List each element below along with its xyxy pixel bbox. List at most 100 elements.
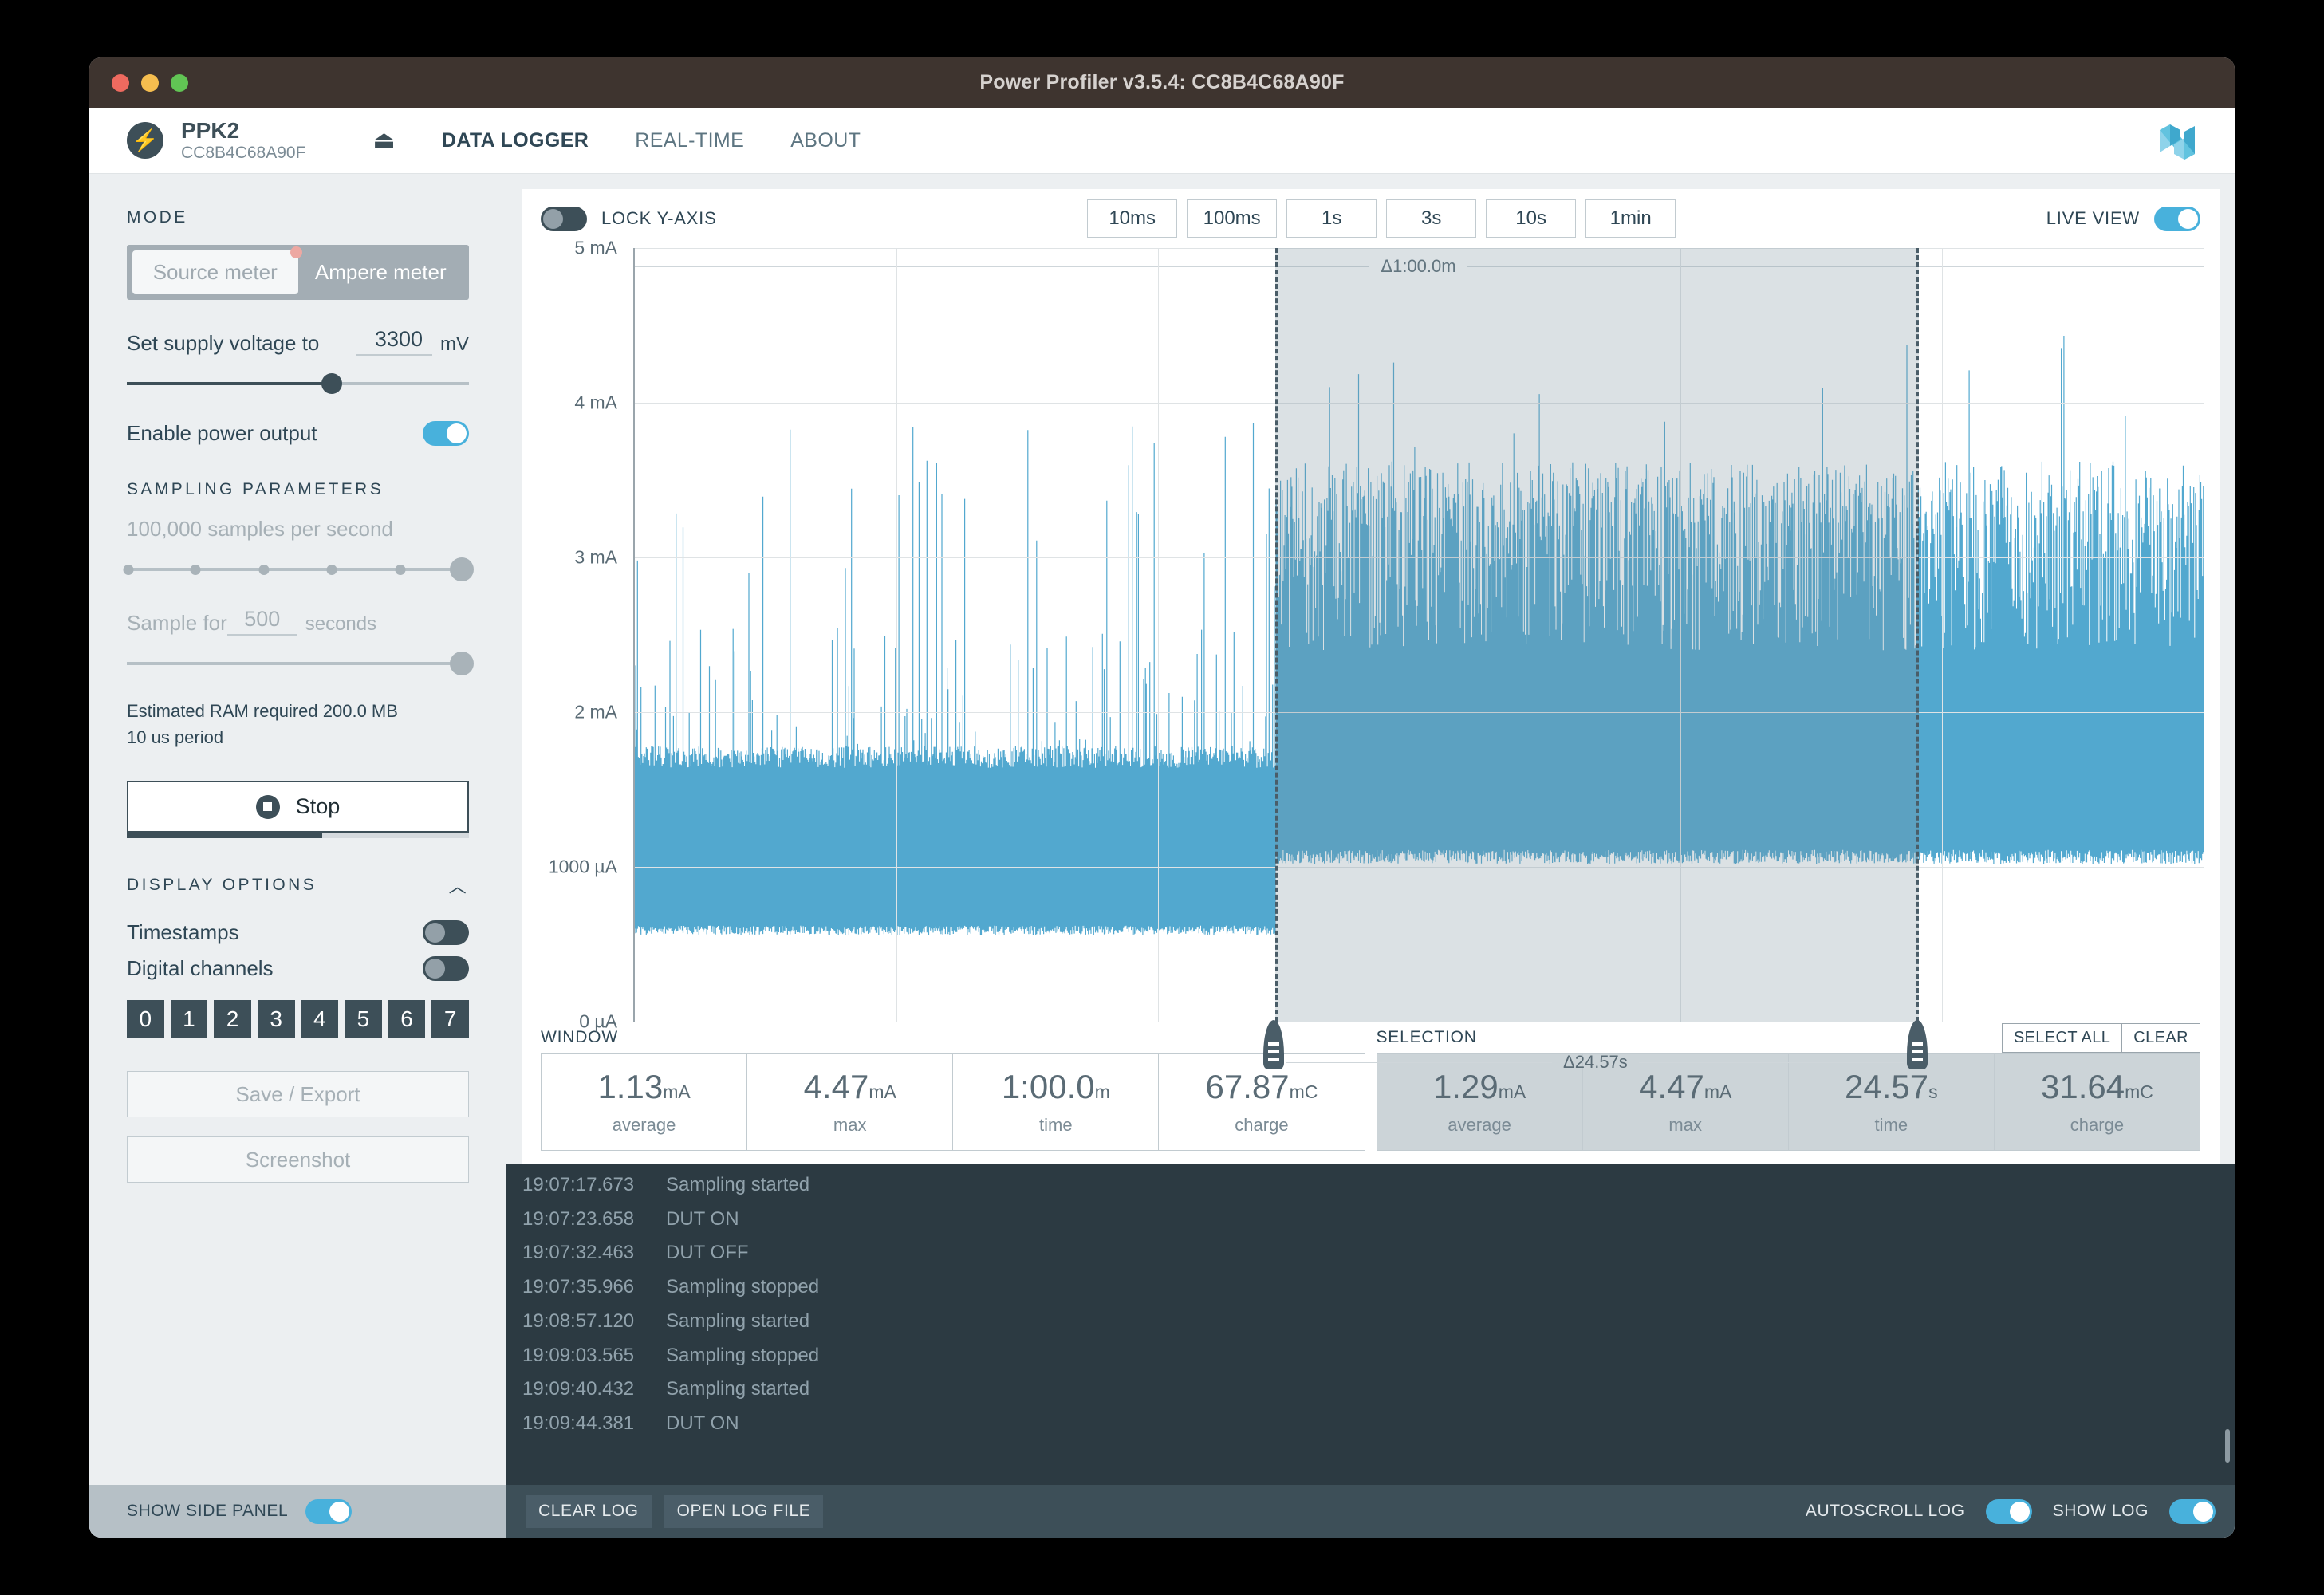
log-entry: 19:07:23.658DUT ON <box>506 1203 2235 1237</box>
power-output-toggle[interactable] <box>423 421 469 446</box>
slider-tick <box>124 565 134 575</box>
channel-button-3[interactable]: 3 <box>258 1000 295 1038</box>
window-charge-value: 67.87 <box>1205 1068 1289 1105</box>
stop-square-icon <box>256 795 280 819</box>
device-info: PPK2 CC8B4C68A90F <box>181 118 305 163</box>
sample-for-slider[interactable] <box>127 653 469 674</box>
ram-hint-line-1: Estimated RAM required 200.0 MB <box>127 698 469 724</box>
selection-stat-charge: 31.64mC charge <box>1994 1054 2200 1150</box>
selection-overlay[interactable] <box>1275 248 1918 1022</box>
main-area: LOCK Y-AXIS 10ms 100ms 1s 3s 10s 1min LI… <box>506 174 2235 1538</box>
range-button-100ms[interactable]: 100ms <box>1187 199 1277 238</box>
slider-track <box>127 662 469 665</box>
mode-section-title: MODE <box>127 208 469 227</box>
show-side-panel-toggle[interactable] <box>305 1499 352 1524</box>
log-panel[interactable]: 19:07:17.673Sampling started19:07:23.658… <box>506 1164 2235 1485</box>
stop-button[interactable]: Stop <box>127 781 469 833</box>
mode-option-source-meter[interactable]: Source meter <box>132 250 298 294</box>
log-entry: 19:08:57.120Sampling started <box>506 1305 2235 1339</box>
plot-canvas[interactable] <box>633 248 2204 1022</box>
lock-y-axis-label: LOCK Y-AXIS <box>601 208 717 229</box>
log-scrollbar[interactable] <box>2225 1429 2230 1463</box>
window-title: Power Profiler v3.5.4: CC8B4C68A90F <box>89 71 2235 94</box>
live-view-control: LIVE VIEW <box>2046 207 2200 231</box>
window-statistics: WINDOW 1.13mA average 4.47mA max <box>541 1022 1365 1151</box>
clear-selection-button[interactable]: CLEAR <box>2122 1023 2200 1053</box>
live-view-toggle[interactable] <box>2154 207 2200 231</box>
gridline-vertical <box>1942 248 1943 1022</box>
log-footer-bar: CLEAR LOG OPEN LOG FILE AUTOSCROLL LOG S… <box>506 1485 2235 1538</box>
clear-log-button[interactable]: CLEAR LOG <box>526 1495 652 1528</box>
samples-per-second-slider[interactable] <box>127 559 469 580</box>
autoscroll-log-toggle[interactable] <box>1986 1499 2032 1524</box>
sample-for-label: Sample for <box>127 611 227 636</box>
selection-time-unit: s <box>1928 1081 1938 1102</box>
selection-handle-start[interactable] <box>1263 1020 1284 1069</box>
selection-max-unit: mA <box>1704 1081 1732 1102</box>
chart-toolbar: LOCK Y-AXIS 10ms 100ms 1s 3s 10s 1min LI… <box>522 189 2220 248</box>
selection-stats-title: SELECTION <box>1377 1028 1477 1047</box>
slider-tick <box>327 565 337 575</box>
display-section-title: DISPLAY OPTIONS <box>127 876 317 895</box>
range-button-10ms[interactable]: 10ms <box>1087 199 1177 238</box>
window-average-unit: mA <box>663 1081 691 1102</box>
supply-voltage-slider[interactable] <box>127 373 469 394</box>
tab-about[interactable]: ABOUT <box>790 129 861 152</box>
window-average-key: average <box>542 1115 746 1136</box>
selection-handle-end[interactable] <box>1907 1020 1928 1069</box>
window-charge-unit: mC <box>1290 1081 1318 1102</box>
save-export-button[interactable]: Save / Export <box>127 1071 469 1117</box>
app-window: Power Profiler v3.5.4: CC8B4C68A90F ⚡ PP… <box>89 57 2235 1538</box>
slider-tick <box>190 565 200 575</box>
window-stats-cells: 1.13mA average 4.47mA max 1:00.0m time <box>541 1053 1365 1151</box>
sample-for-input[interactable]: 500 <box>227 607 297 636</box>
tab-real-time[interactable]: REAL-TIME <box>635 129 744 152</box>
chart-plot-area[interactable]: Δ1:00.0m 5 mA4 mA3 mA2 mA1000 µA0 µA Δ24… <box>522 248 2220 1022</box>
open-log-file-button[interactable]: OPEN LOG FILE <box>664 1495 824 1528</box>
power-output-label: Enable power output <box>127 421 317 446</box>
digital-channels-toggle[interactable] <box>423 956 469 981</box>
chevron-up-icon[interactable]: ︿ <box>449 872 469 898</box>
channel-button-5[interactable]: 5 <box>345 1000 382 1038</box>
slider-knob[interactable] <box>321 373 342 394</box>
select-all-button[interactable]: SELECT ALL <box>2002 1023 2122 1053</box>
slider-knob[interactable] <box>450 557 474 581</box>
window-stats-header: WINDOW <box>541 1022 1365 1053</box>
window-max-value: 4.47 <box>804 1068 869 1105</box>
selection-charge-value: 31.64 <box>2041 1068 2125 1105</box>
range-button-1min[interactable]: 1min <box>1585 199 1676 238</box>
window-time-value: 1:00.0 <box>1002 1068 1095 1105</box>
log-entry: 19:07:32.463DUT OFF <box>506 1236 2235 1270</box>
channel-button-0[interactable]: 0 <box>127 1000 164 1038</box>
channel-button-7[interactable]: 7 <box>431 1000 469 1038</box>
y-axis: 5 mA4 mA3 mA2 mA1000 µA0 µA <box>522 248 633 1022</box>
show-log-toggle[interactable] <box>2169 1499 2216 1524</box>
gridline-vertical <box>896 248 897 1022</box>
mode-option-ampere-meter[interactable]: Ampere meter <box>298 250 464 294</box>
range-button-1s[interactable]: 1s <box>1286 199 1377 238</box>
channel-button-2[interactable]: 2 <box>214 1000 251 1038</box>
screenshot-button[interactable]: Screenshot <box>127 1136 469 1183</box>
slider-knob[interactable] <box>450 652 474 675</box>
timestamps-toggle[interactable] <box>423 920 469 945</box>
selection-average-unit: mA <box>1499 1081 1526 1102</box>
y-axis-tick-label: 0 µA <box>579 1011 617 1033</box>
lock-y-axis-toggle[interactable] <box>541 207 587 231</box>
tab-data-logger[interactable]: DATA LOGGER <box>442 129 589 152</box>
log-entry: 19:09:03.565Sampling stopped <box>506 1339 2235 1373</box>
supply-voltage-input[interactable]: 3300 <box>356 327 432 356</box>
eject-icon[interactable]: ⏏ <box>372 128 395 152</box>
ram-hint: Estimated RAM required 200.0 MB 10 us pe… <box>127 698 469 750</box>
sampling-progress-bar <box>127 833 469 838</box>
gridline-vertical <box>1158 248 1159 1022</box>
timestamps-row: Timestamps <box>127 920 469 945</box>
selection-charge-unit: mC <box>2125 1081 2153 1102</box>
channel-button-4[interactable]: 4 <box>301 1000 339 1038</box>
range-button-10s[interactable]: 10s <box>1486 199 1576 238</box>
log-entry-time: 19:07:17.673 <box>506 1168 666 1203</box>
range-button-3s[interactable]: 3s <box>1386 199 1476 238</box>
channel-button-6[interactable]: 6 <box>388 1000 426 1038</box>
display-section-title-row[interactable]: DISPLAY OPTIONS ︿ <box>127 872 469 898</box>
supply-voltage-unit: mV <box>440 333 469 356</box>
channel-button-1[interactable]: 1 <box>171 1000 208 1038</box>
